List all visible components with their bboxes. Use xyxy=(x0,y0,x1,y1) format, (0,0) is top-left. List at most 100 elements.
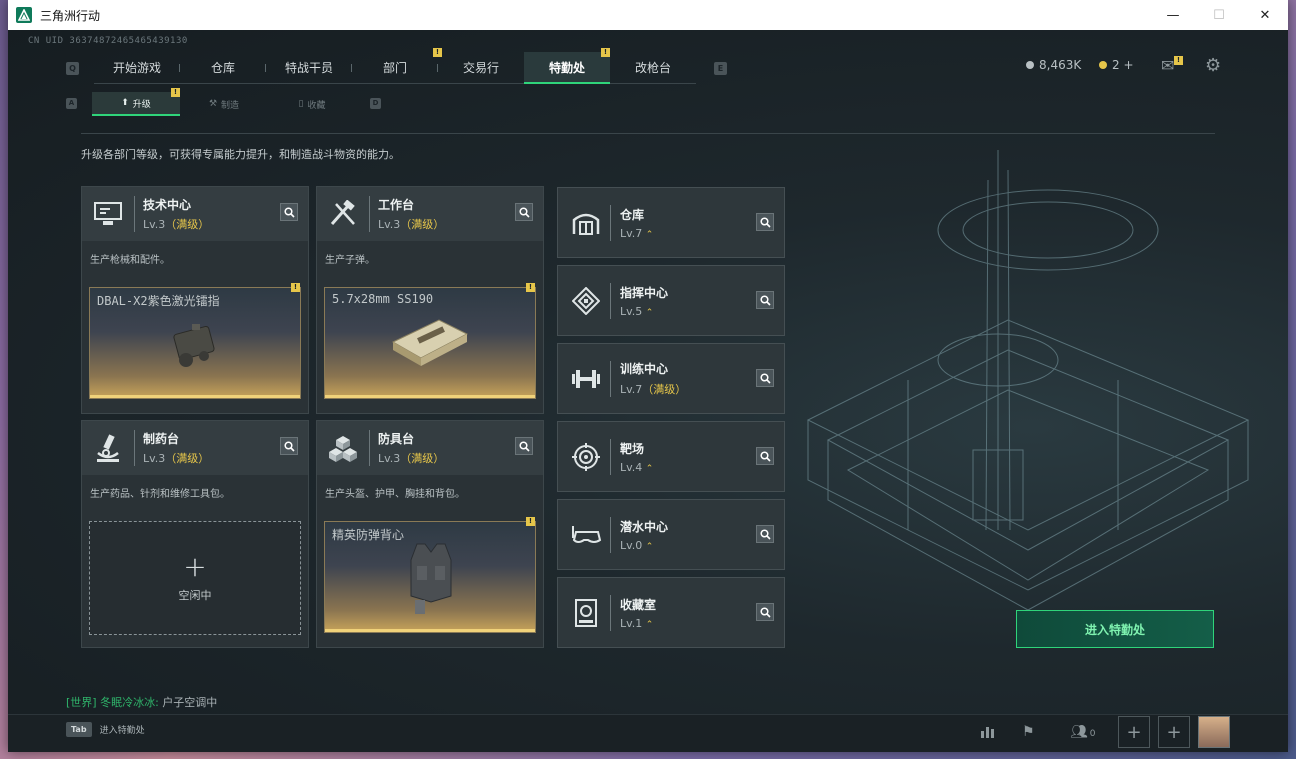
card-level: Lv.3（满级） xyxy=(378,452,445,465)
diving-mask-icon xyxy=(568,517,604,553)
divider xyxy=(81,133,1215,134)
minimize-button[interactable]: — xyxy=(1150,0,1196,30)
world-chat[interactable]: [世界] 冬眠冷冰冰: 户子空调中 xyxy=(66,694,217,710)
player-uid: CN UID 363748724654654391​30 xyxy=(28,36,188,46)
stats-icon[interactable] xyxy=(980,724,996,742)
search-icon xyxy=(759,606,771,618)
upgrade-arrow-icon: ⌃ xyxy=(645,619,654,630)
dept-name: 指挥中心 xyxy=(620,285,669,300)
enter-special-ops-button[interactable]: 进入特勤处 xyxy=(1016,610,1214,648)
dept-shooting-range[interactable]: 靶场 Lv.4 ⌃ xyxy=(557,421,785,492)
item-name: 5.7x28mm SS190 xyxy=(332,292,434,306)
alert-badge: ! xyxy=(171,88,180,97)
gear-icon[interactable]: ⚙ xyxy=(1205,55,1221,76)
avatar[interactable] xyxy=(1198,716,1230,748)
search-button[interactable] xyxy=(756,525,774,543)
search-button[interactable] xyxy=(756,447,774,465)
dept-diving-center[interactable]: 潜水中心 Lv.0 ⌃ xyxy=(557,499,785,570)
cubes-icon xyxy=(325,430,361,466)
alert-badge: ! xyxy=(601,48,610,57)
idle-slot[interactable]: + 空闲中 xyxy=(89,521,301,635)
target-icon xyxy=(568,439,604,475)
search-button[interactable] xyxy=(756,213,774,231)
friends-icon[interactable]: 👥︎ 0 xyxy=(1070,724,1096,740)
search-icon xyxy=(518,440,530,452)
card-tech-center[interactable]: 技术中心 Lv.3（满级） 生产枪械和配件。 DBAL-X2紫色激光镭指 ! xyxy=(81,186,309,414)
close-button[interactable]: ✕ xyxy=(1242,0,1288,30)
dept-level: Lv.1 ⌃ xyxy=(620,616,654,630)
window-title: 三角洲行动 xyxy=(40,8,101,23)
search-button[interactable] xyxy=(756,603,774,621)
dept-level: Lv.0 ⌃ xyxy=(620,538,654,552)
subnav-left-key[interactable]: A xyxy=(66,98,77,109)
trophy-case-icon xyxy=(568,595,604,631)
subtab-upgrade[interactable]: ⬆ 升级 ! xyxy=(92,88,180,116)
card-workbench[interactable]: 工作台 Lv.3（满级） 生产子弹。 5.7x28mm SS190 ! xyxy=(316,186,544,414)
tab-operators[interactable]: 特战干员 xyxy=(266,52,352,84)
search-button[interactable] xyxy=(280,437,298,455)
dept-command-center[interactable]: 指挥中心 Lv.5 ⌃ xyxy=(557,265,785,336)
upgrade-arrow-icon: ⌃ xyxy=(645,541,654,552)
card-header: 防具台 Lv.3（满级） xyxy=(317,421,543,475)
flag-icon[interactable]: ⚑ xyxy=(1022,724,1035,740)
game-area: CN UID 363748724654654391​30 Q 开始游戏 仓库 特… xyxy=(8,30,1288,752)
subnav-right-key[interactable]: D xyxy=(370,98,381,109)
idle-label: 空闲中 xyxy=(178,589,212,602)
search-button[interactable] xyxy=(756,369,774,387)
card-name: 制药台 xyxy=(143,432,180,446)
add-slot-button[interactable]: + xyxy=(1118,716,1150,748)
crafting-item-slot[interactable]: DBAL-X2紫色激光镭指 ! xyxy=(89,283,301,399)
search-icon xyxy=(759,294,771,306)
craft-icon: ⚒ xyxy=(208,99,218,109)
search-button[interactable] xyxy=(756,291,774,309)
card-description: 生产子弹。 xyxy=(325,255,375,266)
search-button[interactable] xyxy=(515,203,533,221)
subtab-craft[interactable]: ⚒ 制造 xyxy=(180,92,268,116)
dept-collection-room[interactable]: 收藏室 Lv.1 ⌃ xyxy=(557,577,785,648)
tab-shortcut[interactable]: Tab 进入特勤处 xyxy=(66,722,145,737)
collection-icon: ▯ xyxy=(298,99,304,109)
search-button[interactable] xyxy=(515,437,533,455)
upgrade-arrow-icon: ⌃ xyxy=(645,307,654,318)
dept-name: 训练中心 xyxy=(620,362,669,376)
alert-badge: ! xyxy=(526,517,535,526)
subtab-collection[interactable]: ▯ 收藏 xyxy=(268,92,356,116)
dept-warehouse[interactable]: 仓库 Lv.7 ⌃ xyxy=(557,187,785,258)
search-button[interactable] xyxy=(280,203,298,221)
gold-currency[interactable]: 2 + xyxy=(1099,58,1134,72)
dept-name: 收藏室 xyxy=(620,597,657,612)
card-pharmacy[interactable]: 制药台 Lv.3（满级） 生产药品、针剂和维修工具包。 + 空闲中 xyxy=(81,420,309,648)
card-armor-bench[interactable]: 防具台 Lv.3（满级） 生产头盔、护甲、胸挂和背包。 精英防弹背心 ! xyxy=(316,420,544,648)
card-level: Lv.3（满级） xyxy=(143,452,210,465)
tools-icon xyxy=(325,196,361,232)
building-blueprint-art xyxy=(806,150,1250,611)
crafting-item-slot[interactable]: 5.7x28mm SS190 ! xyxy=(324,283,536,399)
sub-nav: ⬆ 升级 ! ⚒ 制造 ▯ 收藏 xyxy=(92,88,356,116)
search-icon xyxy=(518,206,530,218)
mail-icon[interactable]: ✉ xyxy=(1161,56,1174,75)
dept-training-center[interactable]: 训练中心 Lv.7（满级） xyxy=(557,343,785,414)
nav-right-key[interactable]: E xyxy=(714,62,727,75)
maximize-button[interactable]: ☐ xyxy=(1196,0,1242,30)
tab-gunsmith[interactable]: 改枪台 xyxy=(610,52,696,84)
tab-start-game[interactable]: 开始游戏 xyxy=(94,52,180,84)
upgrade-icon: ⬆ xyxy=(121,98,129,108)
item-name: DBAL-X2紫色激光镭指 xyxy=(97,294,220,308)
tab-special-ops[interactable]: 特勤处 ! xyxy=(524,48,610,84)
crafting-item-slot[interactable]: 精英防弹背心 ! xyxy=(324,517,536,633)
card-name: 技术中心 xyxy=(143,198,192,212)
silver-coin-icon xyxy=(1026,61,1034,69)
silver-currency[interactable]: 8,463K xyxy=(1026,58,1081,72)
upgrade-arrow-icon: ⌃ xyxy=(645,229,654,240)
add-slot-button[interactable]: + xyxy=(1158,716,1190,748)
tab-warehouse[interactable]: 仓库 xyxy=(180,52,266,84)
tab-market[interactable]: 交易行 xyxy=(438,52,524,84)
page-description: 升级各部门等级，可获得专属能力提升，和制造战斗物资的能力。 xyxy=(81,148,400,161)
tab-departments[interactable]: 部门 ! xyxy=(352,48,442,84)
chat-channel: [世界] xyxy=(66,696,97,709)
nav-left-key[interactable]: Q xyxy=(66,62,79,75)
warehouse-icon xyxy=(568,205,604,241)
search-icon xyxy=(759,216,771,228)
game-window: 三角洲行动 — ☐ ✕ CN UID 36 xyxy=(8,0,1288,752)
dumbbell-icon xyxy=(568,361,604,397)
